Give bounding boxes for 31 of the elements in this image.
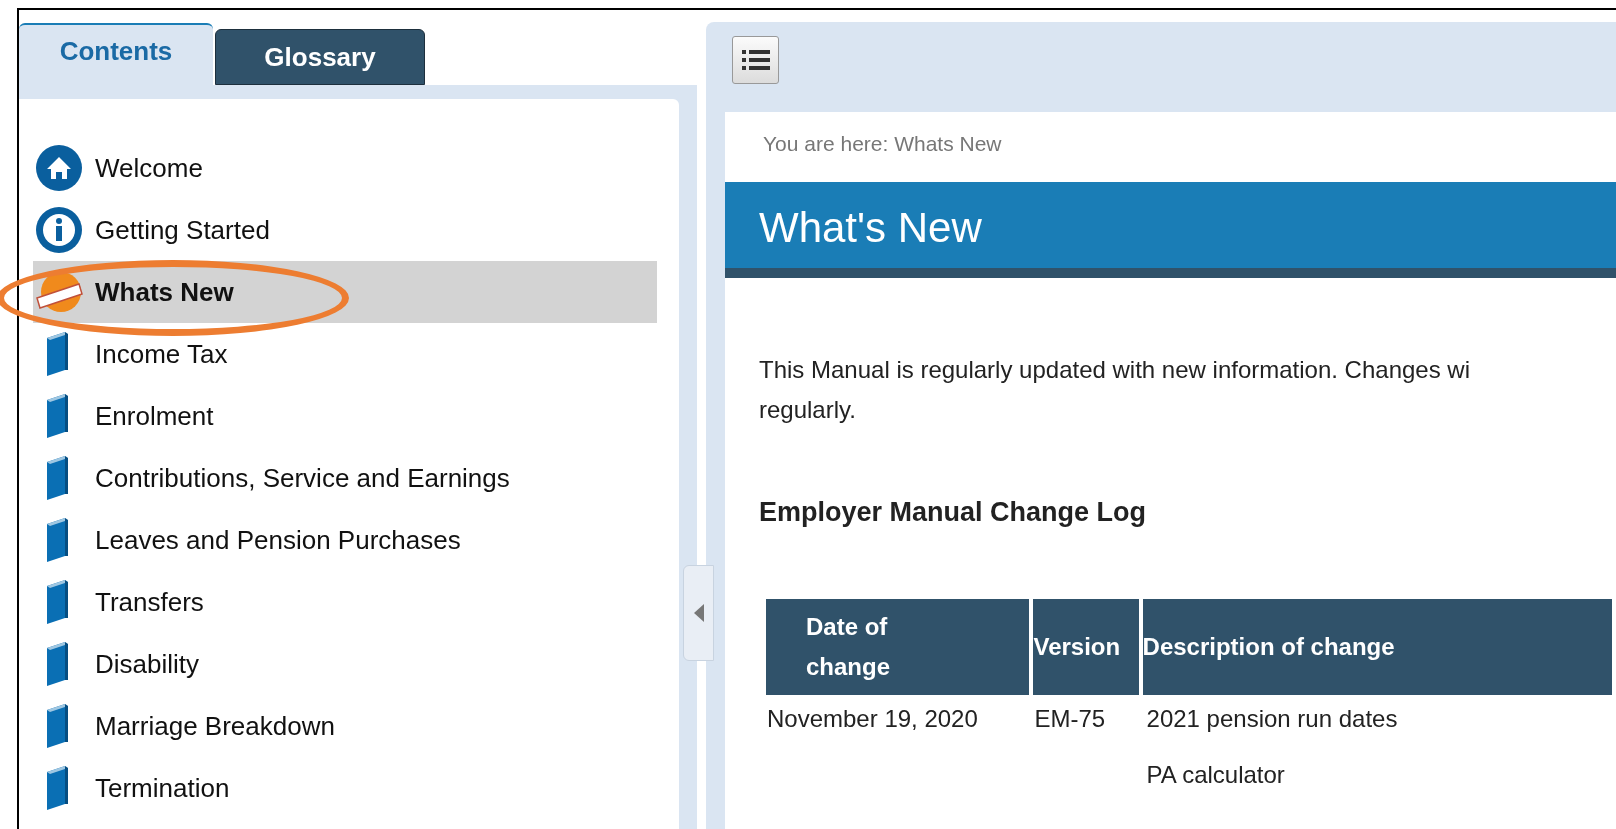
table-cell-text: 2021 pension run dates: [1146, 703, 1399, 734]
tab[interactable]: Glossary: [215, 29, 425, 85]
info-icon: [35, 206, 83, 254]
column-header: Version: [1033, 598, 1139, 695]
column-header: Date of change: [766, 598, 1030, 695]
intro-text: This Manual is regularly updated with new information. Changes wi: [759, 355, 1472, 385]
breadcrumb: You are here: Whats New: [762, 131, 1003, 157]
collapse-arrow-icon: [693, 604, 704, 622]
toc-item[interactable]: Contributions, Service and Earnings: [33, 447, 657, 509]
table-cell-text: November 19, 2020: [766, 703, 979, 734]
toc-item[interactable]: Income Tax: [33, 323, 657, 385]
toc-item[interactable]: Transfers: [33, 571, 657, 633]
toc-item[interactable]: Leaves and Pension Purchases: [33, 509, 657, 571]
toc-item[interactable]: Disability: [33, 633, 657, 695]
table-cell-text: PA calculator: [1146, 759, 1286, 790]
toc-item[interactable]: Termination: [33, 757, 657, 819]
collapse-handle[interactable]: [683, 565, 714, 661]
toc-item[interactable]: Enrolment: [33, 385, 657, 447]
table-cell-text: EM-75: [1033, 703, 1107, 734]
list-icon: [741, 49, 770, 71]
page-title: What's New: [759, 204, 982, 251]
toc-item[interactable]: Marriage Breakdown: [33, 695, 657, 757]
toc-item[interactable]: Welcome: [33, 137, 657, 199]
tab[interactable]: Contents: [19, 23, 213, 85]
section-heading: Employer Manual Change Log: [758, 496, 1148, 529]
toc-item[interactable]: Getting Started: [33, 199, 657, 261]
toc-toggle-button[interactable]: [732, 36, 779, 84]
intro-text: regularly.: [759, 395, 857, 425]
column-header: Description of change: [1142, 598, 1612, 695]
toc-item[interactable]: Whats New: [33, 261, 657, 323]
home-icon: [35, 144, 83, 192]
